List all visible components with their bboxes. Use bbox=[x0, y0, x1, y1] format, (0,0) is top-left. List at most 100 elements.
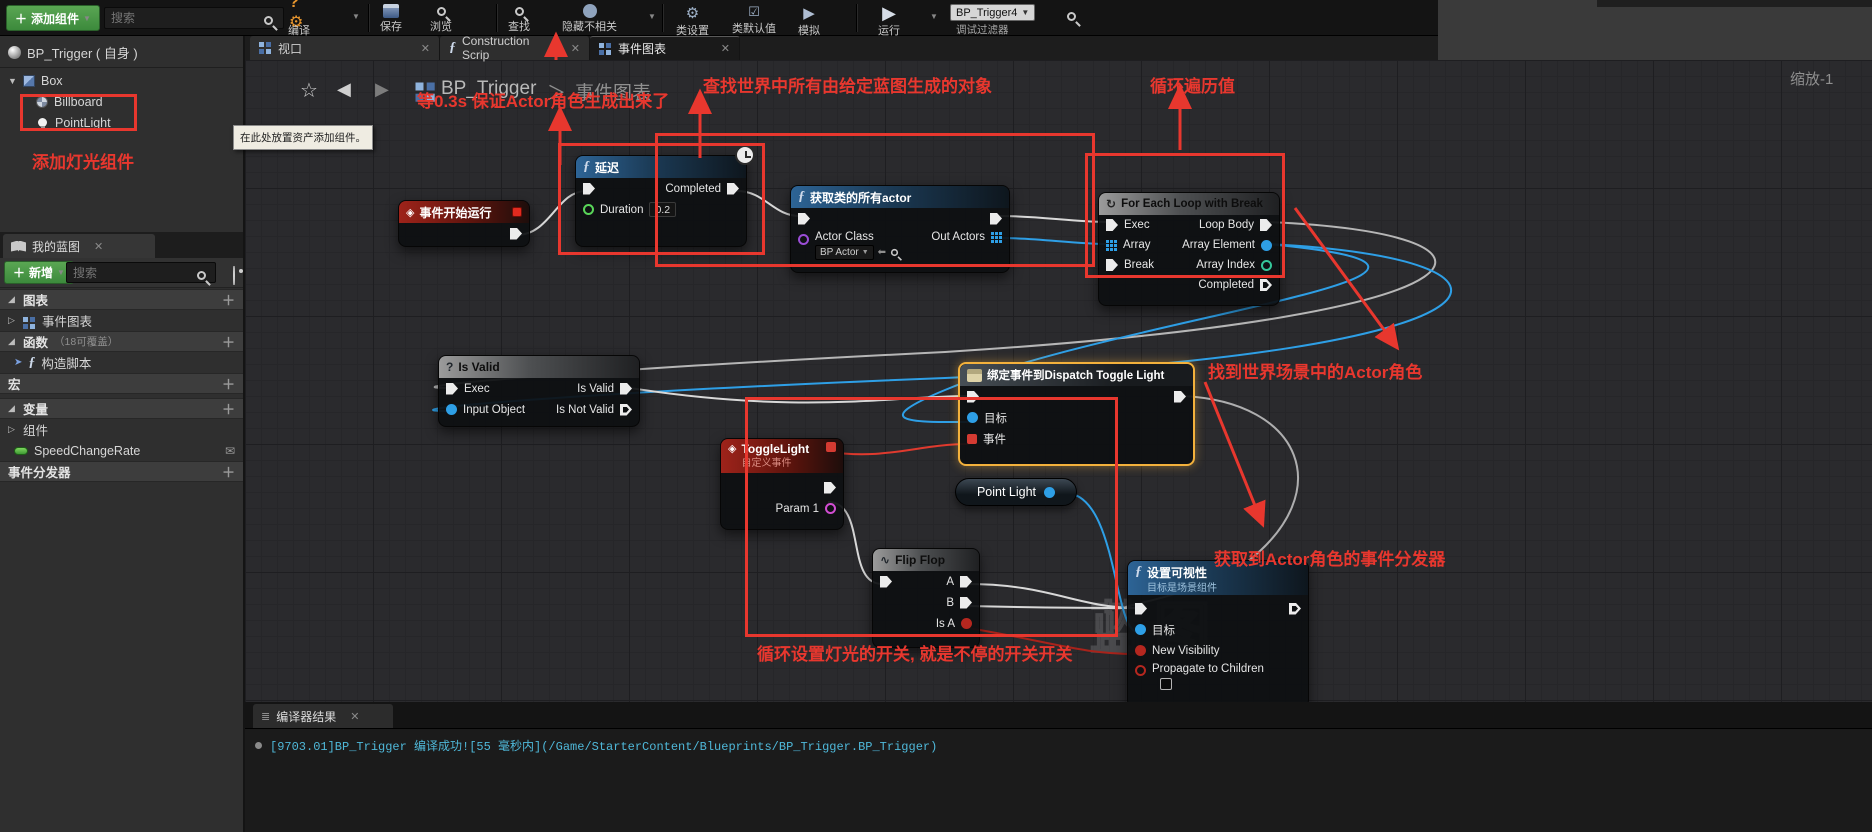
construction-arrow-icon: ➤ bbox=[14, 357, 22, 368]
annotation-loop: 循环遍历值 bbox=[1150, 72, 1235, 97]
debug-search-icon[interactable] bbox=[1067, 12, 1076, 21]
propagate-checkbox[interactable] bbox=[1160, 678, 1172, 690]
search-icon bbox=[197, 271, 206, 280]
log-entry[interactable]: [9703.01]BP_Trigger 编译成功![55 毫秒内](/Game/… bbox=[245, 729, 1872, 762]
item-speedchangerate[interactable]: SpeedChangeRate ✉ bbox=[0, 440, 243, 461]
exec-out-pin[interactable] bbox=[510, 228, 522, 240]
new-visibility-pin[interactable] bbox=[1135, 645, 1146, 656]
expand-arrow-icon[interactable]: ▷ bbox=[8, 424, 17, 435]
exec-out-pin[interactable] bbox=[1174, 391, 1186, 403]
function-icon: ƒ bbox=[28, 355, 35, 371]
new-variable-button[interactable]: ＋ 新增 ▼ bbox=[4, 261, 74, 284]
expand-arrow-icon[interactable]: ▼ bbox=[8, 76, 17, 86]
annotation-dispatcher: 获取到Actor角色的事件分发器 bbox=[1214, 545, 1445, 570]
item-construction-script[interactable]: ➤ ƒ 构造脚本 bbox=[0, 352, 243, 373]
node-set-visibility[interactable]: ƒ 设置可视性 目标是场景组件 目标 New Visibility Propag… bbox=[1127, 560, 1309, 702]
item-components-group[interactable]: ▷ 组件 bbox=[0, 419, 243, 440]
actor-sphere-icon bbox=[8, 46, 21, 59]
zoom-level-label: 缩放-1 bbox=[1790, 68, 1833, 89]
function-icon: ƒ bbox=[1135, 564, 1142, 580]
annotation-box-pointlight bbox=[20, 94, 137, 131]
play-options-chevron-icon[interactable]: ▼ bbox=[930, 12, 938, 21]
tab-viewport[interactable]: 视口✕ bbox=[250, 36, 440, 60]
compiler-results-tabbar: ≣ 编译器结果 ✕ bbox=[245, 702, 1872, 728]
visibility-filter-icon[interactable] bbox=[233, 266, 235, 285]
hide-unrelated-chevron-icon[interactable]: ▼ bbox=[648, 12, 656, 21]
list-icon: ≣ bbox=[261, 710, 270, 723]
collapse-arrow-icon[interactable]: ◢ bbox=[8, 403, 17, 414]
hide-unrelated-button[interactable]: 隐藏不相关 bbox=[562, 2, 617, 34]
add-component-button[interactable]: ＋ 添加组件 ▼ bbox=[6, 5, 100, 31]
section-dispatchers[interactable]: 事件分发器 ＋ bbox=[0, 461, 243, 482]
compiler-results-log[interactable]: [9703.01]BP_Trigger 编译成功![55 毫秒内](/Game/… bbox=[245, 728, 1872, 832]
bookmark-star-icon[interactable]: ☆ bbox=[300, 78, 318, 103]
chevron-down-icon: ▼ bbox=[1021, 8, 1029, 17]
is-valid-exec-pin[interactable] bbox=[620, 383, 632, 395]
compile-button[interactable]: ?⚙ 编译 bbox=[288, 2, 310, 34]
find-button[interactable]: 查找 bbox=[508, 2, 530, 34]
tooltip: 在此处放置资产添加组件。 bbox=[233, 125, 373, 150]
chevron-down-icon: ▼ bbox=[83, 14, 91, 23]
close-icon[interactable]: ✕ bbox=[421, 42, 430, 55]
section-macros[interactable]: 宏 ＋ bbox=[0, 373, 243, 394]
collapse-arrow-icon[interactable]: ◢ bbox=[8, 294, 17, 305]
back-arrow-icon[interactable]: ◀ bbox=[337, 79, 351, 100]
event-graph-canvas[interactable]: ☆ ◀ ▶ BP_Trigger ＞ 事件图表 缩放-1 蓝图 等0.3s 保证… bbox=[245, 60, 1872, 702]
graph-icon bbox=[23, 317, 28, 322]
section-variables[interactable]: ◢ 变量 ＋ bbox=[0, 398, 243, 419]
log-bullet-icon bbox=[255, 742, 262, 749]
target-pin[interactable] bbox=[1135, 624, 1146, 635]
find-icon bbox=[509, 4, 529, 18]
annotation-wait: 等0.3s 保证Actor角色生成出来了 bbox=[417, 87, 669, 112]
section-functions[interactable]: ◢ 函数 （18可覆盖） ＋ bbox=[0, 331, 243, 352]
add-graph-icon[interactable]: ＋ bbox=[222, 290, 235, 309]
add-macro-icon[interactable]: ＋ bbox=[222, 374, 235, 393]
add-variable-icon[interactable]: ＋ bbox=[222, 399, 235, 418]
component-search-input[interactable] bbox=[104, 7, 284, 29]
exec-in-pin[interactable] bbox=[1135, 603, 1147, 615]
closed-eye-icon[interactable]: ✉ bbox=[225, 444, 235, 458]
event-diamond-icon: ◈ bbox=[406, 206, 414, 219]
node-event-beginplay[interactable]: ◈ 事件开始运行 bbox=[398, 200, 530, 247]
play-button[interactable]: ▶ 运行 bbox=[878, 2, 900, 34]
tab-compiler-results[interactable]: ≣ 编译器结果 ✕ bbox=[253, 704, 393, 728]
propagate-pin[interactable] bbox=[1135, 665, 1146, 676]
float-variable-icon bbox=[14, 447, 28, 455]
close-icon[interactable]: ✕ bbox=[350, 710, 359, 723]
bind-event-icon bbox=[967, 369, 982, 382]
exec-out-pin[interactable] bbox=[1289, 603, 1301, 615]
input-object-pin[interactable] bbox=[446, 404, 457, 415]
component-row-box[interactable]: ▼ Box bbox=[0, 70, 243, 91]
forward-arrow-icon[interactable]: ▶ bbox=[375, 79, 389, 100]
expand-arrow-icon[interactable]: ▷ bbox=[8, 315, 17, 326]
is-not-valid-pin[interactable] bbox=[620, 404, 632, 416]
class-defaults-button[interactable]: ☑ 类默认值 bbox=[732, 2, 776, 34]
compile-icon: ?⚙ bbox=[289, 4, 309, 22]
components-root-row[interactable]: BP_Trigger ( 自身 ) bbox=[0, 39, 243, 65]
section-graphs[interactable]: ◢ 图表 ＋ bbox=[0, 289, 243, 310]
save-button[interactable]: 保存 bbox=[380, 2, 402, 34]
item-event-graph[interactable]: ▷ 事件图表 bbox=[0, 310, 243, 331]
add-function-icon[interactable]: ＋ bbox=[222, 332, 235, 351]
tab-construction-script[interactable]: ƒ Construction Scrip✕ bbox=[440, 36, 590, 60]
node-is-valid[interactable]: ? Is Valid Exec Is Valid Input Object Is… bbox=[438, 355, 640, 427]
simulate-button[interactable]: ▶ 模拟 bbox=[798, 2, 820, 34]
debug-filter-label: 调试过滤器 bbox=[956, 22, 1009, 37]
blueprint-search-input[interactable] bbox=[66, 262, 216, 283]
close-icon[interactable]: ✕ bbox=[721, 42, 730, 55]
class-settings-button[interactable]: ⚙ 类设置 bbox=[676, 2, 709, 34]
add-dispatcher-icon[interactable]: ＋ bbox=[222, 462, 235, 481]
close-icon[interactable]: ✕ bbox=[94, 240, 103, 253]
collapse-arrow-icon[interactable]: ◢ bbox=[8, 336, 17, 347]
exec-in-pin[interactable] bbox=[446, 383, 458, 395]
close-icon[interactable]: ✕ bbox=[571, 42, 580, 55]
tab-my-blueprint[interactable]: 我的蓝图 ✕ bbox=[3, 234, 155, 258]
browse-button[interactable]: 浏览 bbox=[430, 2, 452, 34]
tab-event-graph[interactable]: 事件图表✕ bbox=[590, 36, 740, 60]
completed-pin[interactable] bbox=[1260, 279, 1272, 291]
class-defaults-icon: ☑ bbox=[744, 4, 764, 20]
event-diamond-icon: ◈ bbox=[728, 442, 736, 455]
left-panel: BP_Trigger ( 自身 ) ▼ Box Billboard PointL… bbox=[0, 36, 245, 832]
compile-options-chevron-icon[interactable]: ▼ bbox=[352, 12, 360, 21]
debug-object-dropdown[interactable]: BP_Trigger4 ▼ bbox=[950, 4, 1035, 21]
